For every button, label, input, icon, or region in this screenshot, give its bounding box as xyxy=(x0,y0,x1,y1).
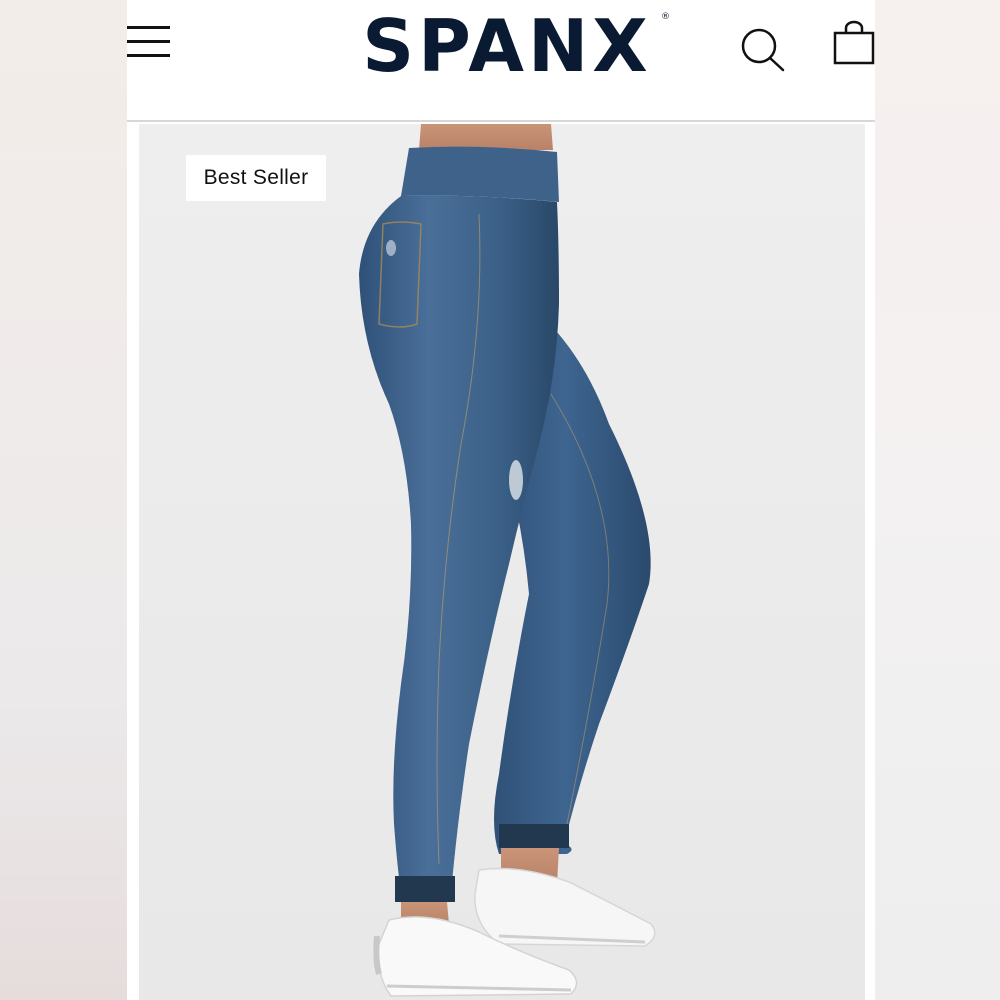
product-image-area[interactable]: Best Seller xyxy=(139,124,865,1000)
shopping-bag-icon[interactable] xyxy=(832,20,875,66)
site-header: SPANX ® xyxy=(127,0,875,122)
right-backdrop xyxy=(875,0,1000,1000)
left-backdrop xyxy=(0,0,127,1000)
best-seller-badge: Best Seller xyxy=(186,155,326,201)
hamburger-menu-icon[interactable] xyxy=(127,26,171,60)
product-photo xyxy=(359,124,656,997)
registered-mark: ® xyxy=(661,12,670,22)
search-icon[interactable] xyxy=(739,26,789,72)
brand-logo[interactable]: SPANX xyxy=(327,6,687,86)
mobile-page: SPANX ® Best Seller xyxy=(127,0,875,1000)
